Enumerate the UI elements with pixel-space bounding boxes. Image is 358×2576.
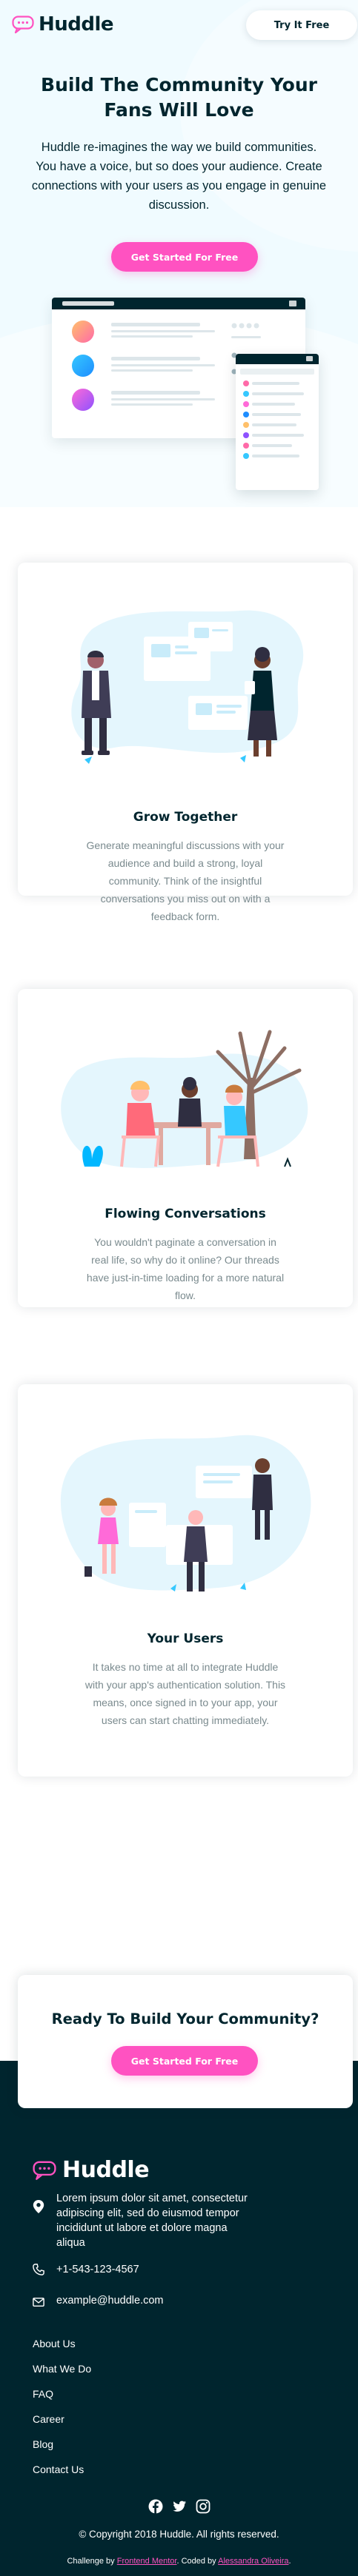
author-link[interactable]: Alessandra Oliveira xyxy=(218,2557,288,2566)
cta-title: Ready To Build Your Community? xyxy=(51,2010,319,2027)
copyright-text: © Copyright 2018 Huddle. All rights rese… xyxy=(79,2529,279,2540)
twitter-icon[interactable] xyxy=(172,2499,187,2514)
cta-get-started-button[interactable]: Get Started For Free xyxy=(111,2046,258,2076)
footer-link-faq[interactable]: FAQ xyxy=(33,2388,91,2413)
chat-bubble-logo-icon xyxy=(33,2161,56,2180)
logo-text: Huddle xyxy=(39,13,114,36)
mobile-mockup xyxy=(236,354,319,490)
feature-description: You wouldn't paginate a conversation in … xyxy=(86,1236,285,1301)
feature-card-your-users: Your Users It takes no time at all to in… xyxy=(18,1384,353,1777)
hero-section: Huddle Try It Free Build The Community Y… xyxy=(0,0,358,507)
footer-email: example@huddle.com xyxy=(33,2293,164,2309)
footer-logo[interactable]: Huddle xyxy=(33,2157,150,2183)
try-it-free-button[interactable]: Try It Free xyxy=(246,10,357,40)
feature-card-flowing-conversations: Flowing Conversations You wouldn't pagin… xyxy=(18,989,353,1307)
footer: Huddle Lorem ipsum dolor sit amet, conse… xyxy=(0,2061,358,2576)
chat-bubble-logo-icon xyxy=(12,16,34,33)
footer-address: Lorem ipsum dolor sit amet, consectetur … xyxy=(33,2191,255,2250)
feature-title: Your Users xyxy=(147,1631,224,1646)
footer-phone: +1-543-123-4567 xyxy=(33,2262,139,2277)
footer-link-contact-us[interactable]: Contact Us xyxy=(33,2463,91,2489)
location-pin-icon xyxy=(33,2200,44,2213)
credit-mid: . Coded by xyxy=(176,2557,216,2566)
frontend-mentor-link[interactable]: Frontend Mentor xyxy=(117,2557,177,2566)
hero-title: Build The Community Your Fans Will Love xyxy=(41,74,317,121)
credit-suffix: . xyxy=(288,2557,291,2566)
footer-link-blog[interactable]: Blog xyxy=(33,2438,91,2463)
feature-description: It takes no time at all to integrate Hud… xyxy=(84,1661,286,1726)
footer-email-text[interactable]: example@huddle.com xyxy=(56,2293,164,2308)
get-started-button[interactable]: Get Started For Free xyxy=(111,242,258,272)
credit-prefix: Challenge by xyxy=(67,2557,115,2566)
cta-card: Ready To Build Your Community? Get Start… xyxy=(18,1975,353,2108)
feature-title: Grow Together xyxy=(133,810,238,825)
app-mockup-image xyxy=(52,298,319,492)
instagram-icon[interactable] xyxy=(196,2499,211,2514)
footer-link-about-us[interactable]: About Us xyxy=(33,2338,91,2363)
footer-logo-text: Huddle xyxy=(62,2157,150,2183)
feature-title: Flowing Conversations xyxy=(105,1207,266,1221)
grow-together-illustration xyxy=(71,610,304,764)
flowing-conversations-illustration xyxy=(61,1030,308,1168)
email-icon xyxy=(33,2297,44,2307)
navbar: Huddle Try It Free xyxy=(0,0,358,52)
footer-nav: About Us What We Do FAQ Career Blog Cont… xyxy=(33,2338,91,2489)
footer-link-career[interactable]: Career xyxy=(33,2413,91,2438)
facebook-icon[interactable] xyxy=(148,2499,163,2514)
mobile-content-illustration xyxy=(240,369,314,459)
logo[interactable]: Huddle xyxy=(12,13,114,36)
social-links xyxy=(0,2499,358,2514)
footer-address-text: Lorem ipsum dolor sit amet, consectetur … xyxy=(56,2193,248,2249)
footer-phone-text[interactable]: +1-543-123-4567 xyxy=(56,2262,139,2277)
your-users-illustration xyxy=(60,1435,311,1591)
attribution: Challenge by Frontend Mentor. Coded by A… xyxy=(0,2557,358,2566)
footer-link-what-we-do[interactable]: What We Do xyxy=(33,2363,91,2388)
hero-description: Huddle re-imagines the way we build comm… xyxy=(31,141,327,212)
feature-card-grow-together: Grow Together Generate meaningful discus… xyxy=(18,563,353,922)
phone-icon xyxy=(33,2264,44,2275)
feature-description: Generate meaningful discussions with you… xyxy=(86,839,285,922)
